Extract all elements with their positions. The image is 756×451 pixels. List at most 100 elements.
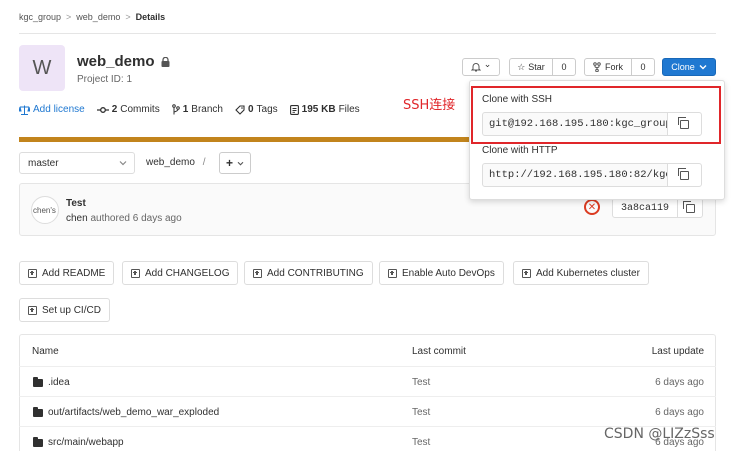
commit-title[interactable]: Test: [66, 198, 86, 209]
plus-box-icon: [28, 268, 37, 278]
file-last-commit[interactable]: Test: [412, 377, 430, 388]
path-separator: /: [202, 157, 206, 168]
column-header-last-update: Last update: [651, 346, 704, 357]
add-changelog-button[interactable]: Add CHANGELOG: [122, 261, 239, 285]
copy-icon: [683, 201, 695, 213]
watermark: CSDN @LIZzSss: [604, 426, 715, 442]
clone-http-url-input[interactable]: http://192.168.195.180:82/kgc_group/web_…: [482, 163, 668, 187]
column-header-last-commit: Last commit: [412, 346, 466, 357]
add-kubernetes-button[interactable]: Add Kubernetes cluster: [513, 261, 649, 285]
plus-box-icon: [28, 305, 37, 315]
chevron-down-icon: ⌄: [483, 58, 492, 69]
files-label: Files: [338, 104, 360, 115]
add-license-link[interactable]: Add license: [19, 104, 85, 115]
branch-count: 1: [182, 104, 189, 115]
commit-sha[interactable]: 3a8ca119: [612, 198, 678, 218]
copy-http-url-button[interactable]: [667, 163, 702, 187]
files-link[interactable]: 195 KB Files: [289, 104, 360, 115]
notification-button[interactable]: ⌄: [462, 58, 500, 76]
fork-icon: [593, 62, 601, 72]
add-license-label: Add license: [33, 104, 85, 115]
table-row[interactable]: .idea Test 6 days ago: [19, 366, 716, 396]
add-changelog-label: Add CHANGELOG: [145, 267, 230, 279]
enable-auto-devops-button[interactable]: Enable Auto DevOps: [379, 261, 504, 285]
clone-label: Clone: [671, 62, 695, 72]
commit-time: authored 6 days ago: [90, 213, 182, 224]
commit-author[interactable]: chen: [66, 213, 88, 224]
clone-button[interactable]: Clone: [662, 58, 716, 76]
copy-sha-button[interactable]: [677, 198, 703, 218]
commit-icon: [96, 106, 109, 113]
tag-icon: [235, 104, 245, 115]
commit-meta: chen authored 6 days ago: [66, 213, 182, 224]
file-last-commit[interactable]: Test: [412, 407, 430, 418]
file-name[interactable]: src/main/webapp: [48, 437, 124, 448]
setup-cicd-button[interactable]: Set up CI/CD: [19, 298, 110, 322]
star-label: Star: [528, 62, 545, 72]
project-stats: Add license 2 Commits 1 Branch 0 Tags 19…: [19, 104, 360, 115]
folder-icon: [33, 406, 43, 417]
file-last-update: 6 days ago: [655, 407, 704, 418]
file-name[interactable]: .idea: [48, 377, 70, 388]
ssh-annotation: SSH连接: [403, 98, 456, 113]
project-avatar: W: [19, 45, 65, 91]
repo-path: web_demo /: [146, 157, 205, 168]
add-readme-button[interactable]: Add README: [19, 261, 115, 285]
folder-icon: [33, 376, 43, 387]
add-kubernetes-label: Add Kubernetes cluster: [536, 267, 640, 279]
commits-count: 2: [111, 104, 118, 115]
commits-link[interactable]: 2 Commits: [96, 104, 160, 115]
fork-label: Fork: [605, 62, 623, 72]
fork-button[interactable]: Fork: [584, 58, 632, 76]
breadcrumb-separator: >: [125, 12, 131, 22]
bell-icon: [470, 63, 481, 72]
branch-link[interactable]: 1 Branch: [171, 104, 223, 115]
project-id: Project ID: 1: [77, 74, 133, 85]
failed-status-icon[interactable]: ✕: [584, 199, 600, 215]
breadcrumb-current[interactable]: Details: [136, 12, 166, 22]
add-contributing-button[interactable]: Add CONTRIBUTING: [244, 261, 373, 285]
author-avatar[interactable]: chen's: [31, 196, 59, 224]
breadcrumb-separator: >: [66, 12, 72, 22]
breadcrumb: kgc_group > web_demo > Details: [19, 12, 165, 22]
branch-icon: [171, 104, 180, 115]
branch-selector[interactable]: master: [19, 152, 135, 174]
chevron-down-icon: [699, 65, 707, 70]
fork-count[interactable]: 0: [631, 58, 655, 76]
tags-link[interactable]: 0 Tags: [235, 104, 278, 115]
file-last-update: 6 days ago: [655, 377, 704, 388]
breadcrumb-project[interactable]: web_demo: [76, 12, 120, 22]
copy-icon: [677, 168, 689, 180]
path-root[interactable]: web_demo: [146, 157, 195, 168]
project-name[interactable]: web_demo: [77, 53, 155, 70]
tags-label: Tags: [256, 104, 278, 115]
setup-cicd-label: Set up CI/CD: [42, 304, 101, 316]
chevron-down-icon: [119, 161, 127, 166]
plus-icon: +: [225, 156, 233, 170]
add-file-dropdown[interactable]: +: [219, 152, 251, 174]
chevron-down-icon: [237, 161, 244, 166]
license-icon: [19, 105, 30, 115]
enable-auto-devops-label: Enable Auto DevOps: [402, 267, 495, 279]
plus-box-icon: [522, 268, 531, 278]
breadcrumb-group[interactable]: kgc_group: [19, 12, 61, 22]
ssh-highlight-box: [471, 86, 721, 144]
file-last-commit[interactable]: Test: [412, 437, 430, 448]
table-row[interactable]: out/artifacts/web_demo_war_exploded Test…: [19, 396, 716, 426]
star-count[interactable]: 0: [552, 58, 576, 76]
repo-size: 195 KB: [301, 104, 336, 115]
branch-name: master: [28, 157, 59, 169]
commits-label: Commits: [120, 104, 160, 115]
file-name[interactable]: out/artifacts/web_demo_war_exploded: [48, 407, 219, 418]
plus-box-icon: [253, 268, 262, 278]
divider: [19, 33, 716, 34]
star-icon: ☆: [517, 61, 526, 72]
plus-box-icon: [388, 268, 397, 278]
add-readme-label: Add README: [42, 267, 106, 279]
language-bar: [19, 137, 471, 142]
lock-icon: [161, 56, 170, 67]
file-icon: [289, 104, 299, 115]
star-button[interactable]: ☆ Star: [509, 58, 553, 76]
folder-icon: [33, 436, 43, 447]
tags-count: 0: [247, 104, 254, 115]
